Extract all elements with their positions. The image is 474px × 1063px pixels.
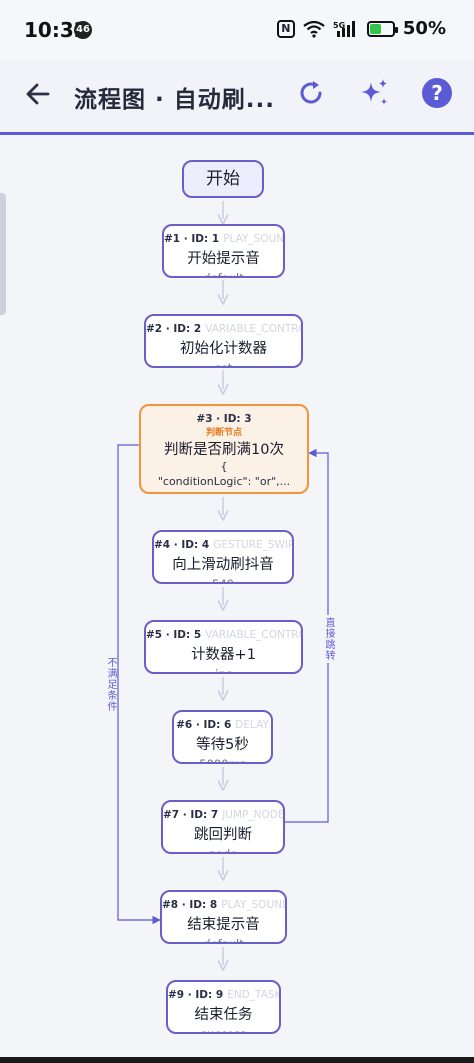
page-title: 流程图 · 自动刷... (74, 87, 275, 113)
flow-canvas[interactable]: 不满足条件 直接跳转 开始 #1 · ID: 1PLAY_SOUND 开始提示音… (0, 135, 474, 1063)
node-label: 等待5秒 (196, 737, 249, 753)
node-value: default (203, 271, 244, 278)
node-meta: #3 · ID: 3 (196, 413, 252, 425)
node-type: PLAY_SOUND (221, 899, 287, 911)
node-label: 计数器+1 (191, 647, 256, 663)
node-meta: #9 · ID: 9 (168, 989, 224, 1001)
node-meta: #2 · ID: 2 (146, 323, 202, 335)
node-condition: "conditionLogic": "or",... (157, 475, 291, 488)
node-value: node (208, 847, 238, 854)
refresh-icon[interactable] (296, 78, 326, 108)
edge-label-direct-jump: 直接跳转 (321, 615, 335, 663)
notification-badge: 46 (74, 21, 92, 39)
status-icons: N 5G 50% (276, 18, 446, 39)
flow-node-4[interactable]: #4 · ID: 4 GESTURE_SWIPE 向上滑动刷抖音 540 (152, 530, 294, 584)
start-node[interactable]: 开始 (182, 160, 264, 198)
node-label: 判断是否刷满10次 (164, 442, 284, 458)
sparkle-icon[interactable] (357, 76, 391, 110)
node-meta: #5 · ID: 5 (146, 629, 202, 641)
bottom-edge (0, 1057, 474, 1063)
node-type: GESTURE_SWIPE (213, 539, 294, 551)
node-type: END_TASK (227, 989, 281, 1001)
wifi-icon (303, 20, 325, 38)
help-icon[interactable]: ? (422, 78, 452, 108)
node-label: 跳回判断 (194, 827, 252, 843)
node-type: PLAY_SOUND (223, 233, 285, 245)
arrow-left-icon[interactable] (22, 78, 54, 110)
battery-percent: 50% (402, 18, 446, 39)
signal-icon: 5G (333, 20, 355, 37)
node-value: set (214, 361, 233, 368)
node-type: VARIABLE_CONTROL (205, 629, 303, 641)
node-value: 540 (212, 577, 234, 584)
node-type: JUMP_NODE (222, 809, 285, 821)
node-type: VARIABLE_CONTROL (205, 323, 303, 335)
node-tag: 判断节点 (205, 428, 242, 438)
nfc-icon: N (276, 19, 295, 38)
flow-node-8[interactable]: #8 · ID: 8 PLAY_SOUND 结束提示音 default (160, 890, 287, 944)
flow-node-7[interactable]: #7 · ID: 7 JUMP_NODE 跳回判断 node (161, 800, 285, 854)
app-bar: 流程图 · 自动刷... ? (0, 60, 474, 135)
branch-not-met-line (117, 444, 161, 925)
node-meta: #7 · ID: 7 (163, 809, 219, 821)
node-label: 结束提示音 (187, 917, 260, 933)
node-meta: #4 · ID: 4 (154, 539, 210, 551)
node-meta: #1 · ID: 1 (164, 233, 220, 245)
node-value: success (201, 1027, 246, 1034)
edge-label-not-met: 不满足条件 (103, 655, 117, 714)
node-label: 向上滑动刷抖音 (172, 557, 274, 573)
node-label: 开始提示音 (187, 251, 260, 267)
node-value: default (203, 937, 244, 944)
flow-node-5[interactable]: #5 · ID: 5 VARIABLE_CONTROL 计数器+1 inc (144, 620, 303, 674)
flow-node-9[interactable]: #9 · ID: 9 END_TASK 结束任务 success (166, 980, 281, 1034)
flow-node-2[interactable]: #2 · ID: 2 VARIABLE_CONTROL 初始化计数器 set (144, 314, 303, 368)
node-value: inc (215, 667, 232, 674)
node-label: 初始化计数器 (180, 341, 267, 357)
flow-node-1[interactable]: #1 · ID: 1PLAY_SOUND 开始提示音 default (162, 224, 285, 278)
node-label: 结束任务 (194, 1007, 253, 1023)
flow-node-6[interactable]: #6 · ID: 6 DELAY 等待5秒 5000ms (172, 710, 273, 764)
flow-node-3-condition[interactable]: #3 · ID: 3 判断节点 判断是否刷满10次 { "conditionLo… (139, 404, 309, 494)
node-type: DELAY (235, 719, 269, 731)
status-bar: 10:32 46 N 5G 50% (0, 0, 474, 60)
node-meta: #6 · ID: 6 (176, 719, 232, 731)
node-meta: #8 · ID: 8 (162, 899, 218, 911)
node-value: 5000ms (199, 757, 246, 764)
battery-icon (366, 20, 398, 37)
battery-fill (369, 23, 381, 34)
node-brace: { (220, 460, 228, 473)
